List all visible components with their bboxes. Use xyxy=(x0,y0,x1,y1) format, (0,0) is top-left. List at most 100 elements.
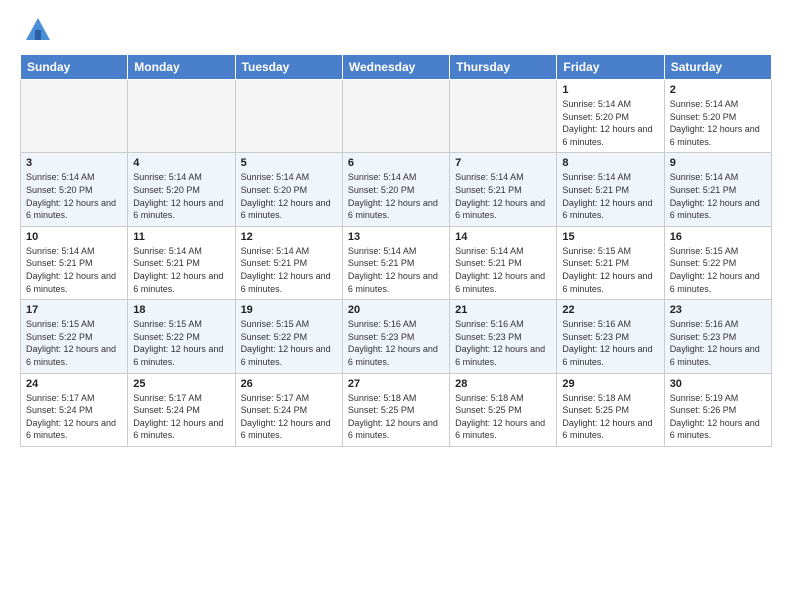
day-number: 11 xyxy=(133,231,229,243)
day-number: 29 xyxy=(562,378,658,390)
day-number: 30 xyxy=(670,378,766,390)
day-number: 16 xyxy=(670,231,766,243)
day-number: 6 xyxy=(348,157,444,169)
day-info: Sunrise: 5:17 AMSunset: 5:24 PMDaylight:… xyxy=(26,392,122,442)
calendar-cell: 23 Sunrise: 5:16 AMSunset: 5:23 PMDayligh… xyxy=(664,300,771,373)
day-number: 20 xyxy=(348,304,444,316)
calendar-cell: 18Sunrise: 5:15 AMSunset: 5:22 PMDayligh… xyxy=(128,300,235,373)
calendar-cell: 11 Sunrise: 5:14 AMSunset: 5:21 PMDayligh… xyxy=(128,226,235,299)
header xyxy=(20,16,772,44)
calendar-cell: 8 Sunrise: 5:14 AMSunset: 5:21 PMDaylight… xyxy=(557,153,664,226)
calendar-cell xyxy=(128,80,235,153)
calendar-cell xyxy=(235,80,342,153)
day-number: 3 xyxy=(26,157,122,169)
day-number: 23 xyxy=(670,304,766,316)
calendar-cell: 21 Sunrise: 5:16 AMSunset: 5:23 PMDayligh… xyxy=(450,300,557,373)
calendar-cell xyxy=(21,80,128,153)
col-header-friday: Friday xyxy=(557,55,664,80)
day-info: Sunrise: 5:16 AMSunset: 5:23 PMDaylight:… xyxy=(348,318,444,368)
calendar-cell: 10Sunrise: 5:14 AMSunset: 5:21 PMDayligh… xyxy=(21,226,128,299)
day-info: Sunrise: 5:14 AMSunset: 5:21 PMDaylight:… xyxy=(455,171,551,221)
calendar-cell: 7 Sunrise: 5:14 AMSunset: 5:21 PMDaylight… xyxy=(450,153,557,226)
day-number: 12 xyxy=(241,231,337,243)
calendar-cell: 29 Sunrise: 5:18 AMSunset: 5:25 PMDayligh… xyxy=(557,373,664,446)
calendar-week-row: 10 Sunrise: 5:14 AMSunset: 5:21 PMDayligh… xyxy=(21,226,772,299)
day-info: Sunrise: 5:14 AMSunset: 5:20 PMDaylight:… xyxy=(26,171,122,221)
calendar-cell: 16 Sunrise: 5:15 AMSunset: 5:22 PMDayligh… xyxy=(664,226,771,299)
day-number: 13 xyxy=(348,231,444,243)
day-number: 8 xyxy=(562,157,658,169)
col-header-tuesday: Tuesday xyxy=(235,55,342,80)
day-info: Sunrise: 5:14 AMSunset: 5:21 PMDaylight:… xyxy=(133,245,229,295)
calendar-cell: 15 Sunrise: 5:15 AMSunset: 5:21 PMDayligh… xyxy=(557,226,664,299)
day-number: 14 xyxy=(455,231,551,243)
day-number: 25 xyxy=(133,378,229,390)
calendar-header-row: SundayMondayTuesdayWednesdayThursdayFrid… xyxy=(21,55,772,80)
calendar-week-row: 1 Sunrise: 5:14 AMSunset: 5:20 PMDaylight… xyxy=(21,80,772,153)
page: SundayMondayTuesdayWednesdayThursdayFrid… xyxy=(0,0,792,457)
calendar-cell: 28Sunrise: 5:18 AMSunset: 5:25 PMDayligh… xyxy=(450,373,557,446)
day-number: 15 xyxy=(562,231,658,243)
calendar-cell: 13 Sunrise: 5:14 AMSunset: 5:21 PMDayligh… xyxy=(342,226,449,299)
day-number: 22 xyxy=(562,304,658,316)
calendar-cell: 3 Sunrise: 5:14 AMSunset: 5:20 PMDaylight… xyxy=(21,153,128,226)
calendar-table: SundayMondayTuesdayWednesdayThursdayFrid… xyxy=(20,54,772,447)
day-number: 26 xyxy=(241,378,337,390)
calendar-cell: 5 Sunrise: 5:14 AMSunset: 5:20 PMDaylight… xyxy=(235,153,342,226)
day-info: Sunrise: 5:15 AMSunset: 5:22 PMDaylight:… xyxy=(670,245,766,295)
calendar-cell xyxy=(450,80,557,153)
calendar-cell: 4Sunrise: 5:14 AMSunset: 5:20 PMDaylight… xyxy=(128,153,235,226)
day-number: 2 xyxy=(670,84,766,96)
day-info: Sunrise: 5:14 AMSunset: 5:20 PMDaylight:… xyxy=(670,98,766,148)
day-info: Sunrise: 5:16 AMSunset: 5:23 PMDaylight:… xyxy=(562,318,658,368)
day-info: Sunrise: 5:15 AMSunset: 5:21 PMDaylight:… xyxy=(562,245,658,295)
calendar-cell: 6 Sunrise: 5:14 AMSunset: 5:20 PMDaylight… xyxy=(342,153,449,226)
day-info: Sunrise: 5:17 AMSunset: 5:24 PMDaylight:… xyxy=(241,392,337,442)
calendar-week-row: 24 Sunrise: 5:17 AMSunset: 5:24 PMDayligh… xyxy=(21,373,772,446)
day-info: Sunrise: 5:15 AMSunset: 5:22 PMDaylight:… xyxy=(26,318,122,368)
calendar-cell: 2 Sunrise: 5:14 AMSunset: 5:20 PMDaylight… xyxy=(664,80,771,153)
calendar-cell: 22 Sunrise: 5:16 AMSunset: 5:23 PMDayligh… xyxy=(557,300,664,373)
calendar-cell: 14 Sunrise: 5:14 AMSunset: 5:21 PMDayligh… xyxy=(450,226,557,299)
calendar-week-row: 3 Sunrise: 5:14 AMSunset: 5:20 PMDaylight… xyxy=(21,153,772,226)
day-number: 21 xyxy=(455,304,551,316)
day-info: Sunrise: 5:17 AMSunset: 5:24 PMDaylight:… xyxy=(133,392,229,442)
day-info: Sunrise: 5:14 AMSunset: 5:20 PMDaylight:… xyxy=(348,171,444,221)
day-number: 1 xyxy=(562,84,658,96)
day-info: Sunrise: 5:14 AMSunset: 5:21 PMDaylight:… xyxy=(670,171,766,221)
calendar-cell: 1Sunrise: 5:14 AMSunset: 5:20 PMDaylight… xyxy=(557,80,664,153)
day-info: Sunrise: 5:14 AMSunset: 5:20 PMDaylight:… xyxy=(133,171,229,221)
calendar-week-row: 17 Sunrise: 5:15 AMSunset: 5:22 PMDayligh… xyxy=(21,300,772,373)
day-info: Sunrise: 5:14 AMSunset: 5:20 PMDaylight:… xyxy=(241,171,337,221)
col-header-monday: Monday xyxy=(128,55,235,80)
col-header-wednesday: Wednesday xyxy=(342,55,449,80)
day-number: 7 xyxy=(455,157,551,169)
day-number: 24 xyxy=(26,378,122,390)
calendar-cell: 20 Sunrise: 5:16 AMSunset: 5:23 PMDayligh… xyxy=(342,300,449,373)
day-info: Sunrise: 5:14 AMSunset: 5:21 PMDaylight:… xyxy=(241,245,337,295)
logo-icon xyxy=(24,16,52,44)
day-info: Sunrise: 5:18 AMSunset: 5:25 PMDaylight:… xyxy=(455,392,551,442)
day-info: Sunrise: 5:18 AMSunset: 5:25 PMDaylight:… xyxy=(562,392,658,442)
logo xyxy=(20,16,52,44)
calendar-cell: 24 Sunrise: 5:17 AMSunset: 5:24 PMDayligh… xyxy=(21,373,128,446)
col-header-saturday: Saturday xyxy=(664,55,771,80)
calendar-cell: 19Sunrise: 5:15 AMSunset: 5:22 PMDayligh… xyxy=(235,300,342,373)
day-number: 17 xyxy=(26,304,122,316)
day-number: 5 xyxy=(241,157,337,169)
day-info: Sunrise: 5:14 AMSunset: 5:21 PMDaylight:… xyxy=(562,171,658,221)
calendar-cell: 9Sunrise: 5:14 AMSunset: 5:21 PMDaylight… xyxy=(664,153,771,226)
col-header-sunday: Sunday xyxy=(21,55,128,80)
day-info: Sunrise: 5:16 AMSunset: 5:23 PMDaylight:… xyxy=(455,318,551,368)
day-info: Sunrise: 5:15 AMSunset: 5:22 PMDaylight:… xyxy=(133,318,229,368)
day-info: Sunrise: 5:16 AMSunset: 5:23 PMDaylight:… xyxy=(670,318,766,368)
calendar-cell: 12 Sunrise: 5:14 AMSunset: 5:21 PMDayligh… xyxy=(235,226,342,299)
calendar-cell: 30Sunrise: 5:19 AMSunset: 5:26 PMDayligh… xyxy=(664,373,771,446)
calendar-cell xyxy=(342,80,449,153)
day-number: 10 xyxy=(26,231,122,243)
day-info: Sunrise: 5:14 AMSunset: 5:21 PMDaylight:… xyxy=(455,245,551,295)
day-info: Sunrise: 5:18 AMSunset: 5:25 PMDaylight:… xyxy=(348,392,444,442)
calendar-cell: 26 Sunrise: 5:17 AMSunset: 5:24 PMDayligh… xyxy=(235,373,342,446)
day-number: 27 xyxy=(348,378,444,390)
day-info: Sunrise: 5:14 AMSunset: 5:21 PMDaylight:… xyxy=(348,245,444,295)
